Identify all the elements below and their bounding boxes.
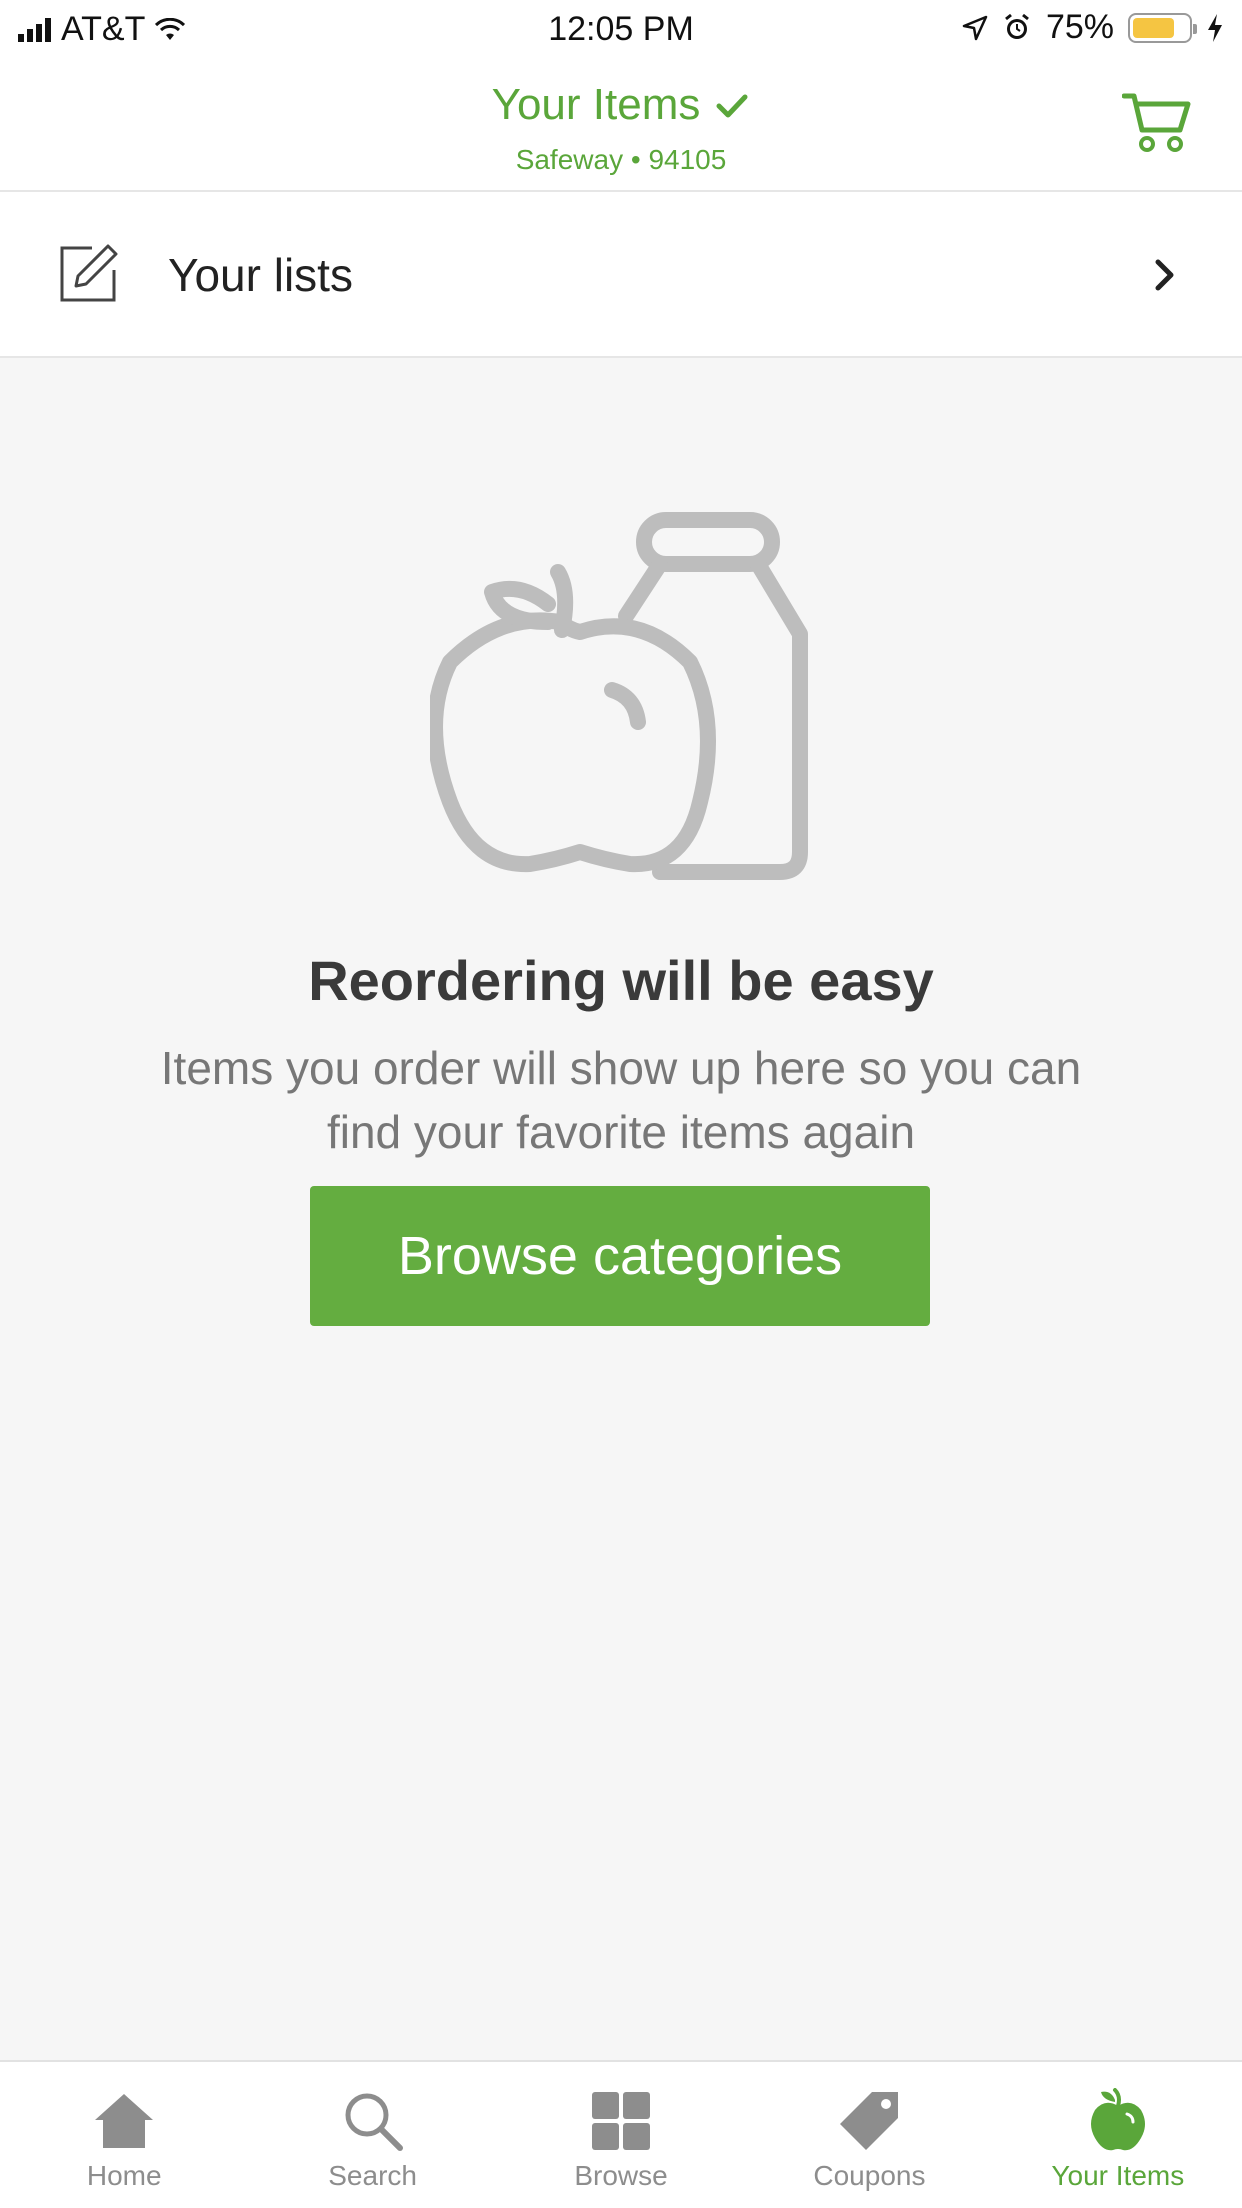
search-icon [345,2093,403,2151]
status-right: 75% [962,8,1224,47]
header-title-button[interactable]: Your Items [0,80,1242,130]
chevron-right-icon [1155,259,1174,291]
checkmark-icon [716,94,748,118]
bottom-tab-bar: Home Search Browse Coupons Your Items [0,2060,1242,2208]
your-lists-row[interactable]: Your lists [0,192,1242,358]
status-bar: AT&T 12:05 PM 75% [0,0,1242,58]
tab-your-items[interactable]: Your Items [994,2062,1242,2208]
grid-icon [592,2092,651,2150]
edit-list-icon [60,244,118,302]
tab-home[interactable]: Home [0,2062,248,2208]
charging-bolt-icon [1208,13,1222,42]
page-title: Your Items [491,80,701,129]
tab-search[interactable]: Search [248,2062,496,2208]
tab-browse[interactable]: Browse [497,2062,745,2208]
tag-icon [840,2092,899,2150]
tab-label-browse: Browse [574,2160,668,2191]
your-lists-label: Your lists [168,249,353,301]
tab-coupons[interactable]: Coupons [745,2062,993,2208]
alarm-icon [1005,13,1029,39]
location-arrow-icon [962,15,988,40]
apple-and-bottle-illustration [430,512,808,880]
battery-icon [1128,12,1197,43]
battery-percent: 75% [1045,8,1114,46]
home-icon [95,2094,154,2148]
tab-label-coupons: Coupons [813,2160,926,2191]
cart-icon[interactable] [1122,90,1192,154]
empty-state-title: Reordering will be easy [308,949,934,1012]
empty-state-description: Items you order will show up here so you… [160,1042,1082,1158]
tab-label-your-items: Your Items [1051,2160,1185,2191]
nav-header: Your Items Safeway • 94105 [0,58,1242,192]
tab-label-home: Home [86,2160,162,2191]
browse-categories-button[interactable]: Browse categories [310,1186,930,1326]
store-location: Safeway • 94105 [515,144,727,175]
apple-icon [1090,2088,1145,2151]
tab-label-search: Search [328,2160,417,2191]
